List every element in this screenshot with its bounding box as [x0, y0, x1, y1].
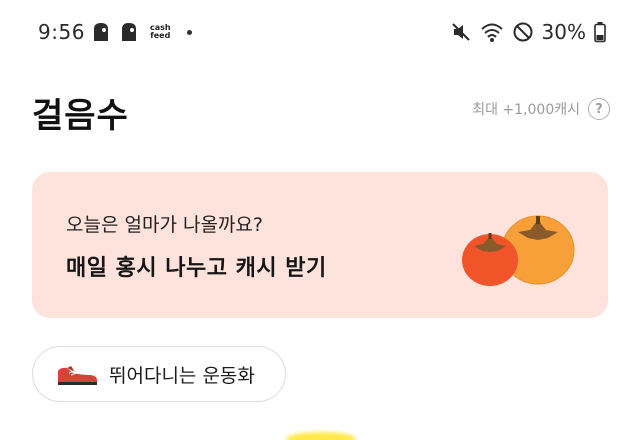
max-cash-label: 최대 +1,000캐시: [472, 102, 580, 118]
banner-main-text: 매일 홍시 나누고 캐시 받기: [66, 256, 327, 281]
banner-subtitle: 오늘은 얼마가 나올까요?: [66, 214, 263, 236]
mute-icon: [451, 23, 470, 41]
status-time: 9:56: [38, 20, 85, 44]
do-not-disturb-icon: [513, 22, 533, 42]
system-status-icons: 30%: [450, 20, 606, 44]
cashfeed-icon: cash feed: [150, 24, 171, 40]
help-icon[interactable]: ?: [588, 98, 610, 120]
bottom-yellow-element: [286, 432, 356, 440]
ghost-app-icon: [94, 23, 108, 41]
status-bar: 9:56 cash feed 30%: [0, 0, 640, 66]
wifi-icon: [480, 23, 503, 42]
persimmon-icon: [462, 215, 575, 286]
notification-icons: cash feed: [92, 22, 192, 42]
sneaker-chip[interactable]: 뛰어다니는 운동화: [32, 346, 286, 402]
chip-label: 뛰어다니는 운동화: [109, 364, 255, 387]
battery-percent: 30%: [541, 20, 586, 44]
max-cash-info[interactable]: 최대 +1,000캐시 ?: [472, 98, 610, 120]
page-title: 걸음수: [32, 96, 129, 136]
ghost-app-icon: [122, 23, 136, 41]
more-notifications-dot-icon: [186, 29, 192, 35]
cashfeed-line2: feed: [150, 31, 171, 40]
persimmon-banner[interactable]: 오늘은 얼마가 나올까요? 매일 홍시 나누고 캐시 받기: [32, 172, 608, 318]
battery-icon: [594, 22, 606, 43]
sneaker-icon: [58, 366, 97, 385]
